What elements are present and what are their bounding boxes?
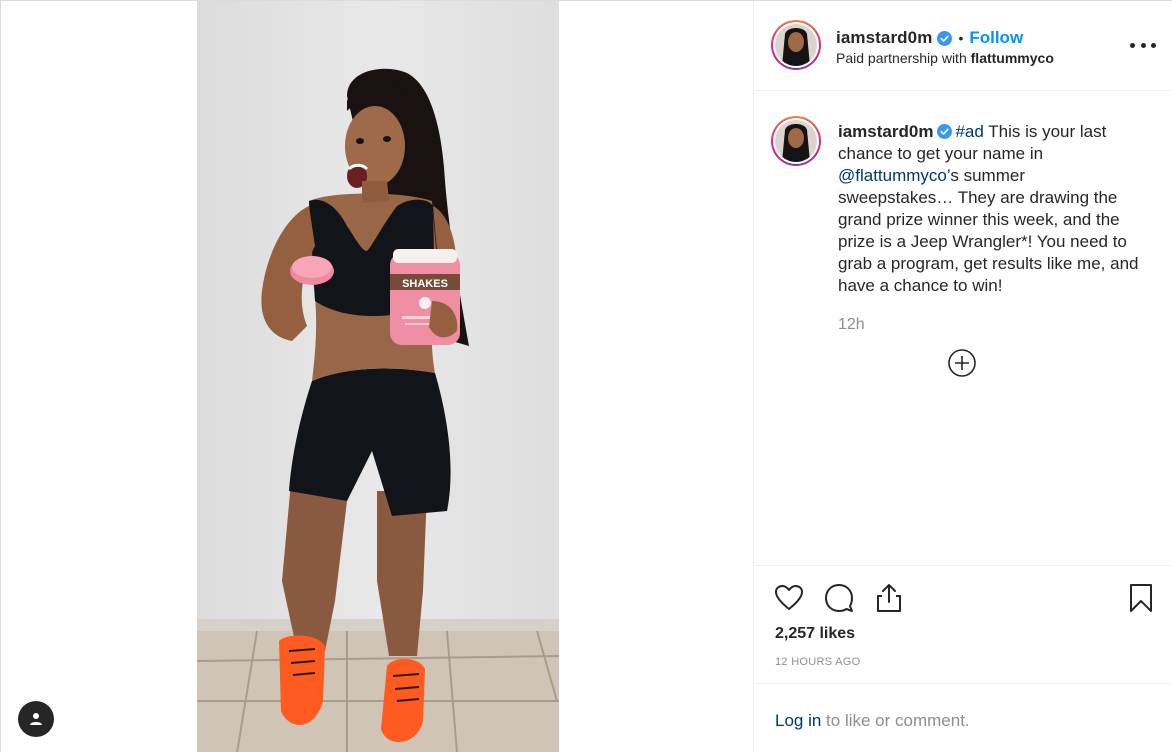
bookmark-icon[interactable]: [1125, 582, 1157, 614]
caption-avatar[interactable]: [771, 116, 821, 166]
share-icon[interactable]: [873, 582, 905, 614]
username-link[interactable]: iamstard0m: [836, 28, 932, 48]
user-tag-icon[interactable]: [18, 701, 54, 737]
caption-username[interactable]: iamstard0m: [838, 122, 933, 141]
partner-link[interactable]: flattummyco: [971, 50, 1054, 66]
login-prompt-text: to like or comment.: [821, 711, 970, 730]
comment-bubble-icon[interactable]: [823, 582, 855, 614]
partnership-prefix: Paid partnership with: [836, 50, 971, 66]
follow-button[interactable]: Follow: [969, 28, 1023, 48]
comments-section: iamstard0m #ad This is your last chance t…: [754, 92, 1172, 565]
hashtag-link[interactable]: #ad: [955, 122, 983, 141]
post-actions: 2,257 likes 12 HOURS AGO: [754, 565, 1172, 683]
login-prompt: Log in to like or comment.: [754, 683, 1172, 752]
post-caption: iamstard0m #ad This is your last chance t…: [838, 121, 1143, 297]
heart-icon[interactable]: [773, 582, 805, 614]
post-side-panel: iamstard0m • Follow Paid partnership wit…: [753, 1, 1172, 752]
post-media[interactable]: SHAKES: [1, 1, 753, 752]
avatar[interactable]: [771, 20, 821, 70]
verified-badge-icon: [937, 30, 953, 46]
more-options-icon[interactable]: [1130, 35, 1156, 55]
paid-partnership-label: Paid partnership with flattummyco: [836, 50, 1054, 66]
post-photo[interactable]: SHAKES: [197, 1, 559, 752]
login-link[interactable]: Log in: [775, 711, 821, 730]
posted-time[interactable]: 12 HOURS AGO: [775, 656, 861, 668]
post-modal: SHAKES iamstard0m • Follow Paid partners…: [0, 0, 1172, 752]
product-label: SHAKES: [402, 278, 448, 290]
post-header: iamstard0m • Follow Paid partnership wit…: [754, 1, 1172, 91]
caption-timestamp[interactable]: 12h: [838, 316, 865, 334]
separator-dot: •: [958, 30, 964, 46]
caption-text-2: ’s summer sweepstakes… They are drawing …: [838, 166, 1139, 295]
verified-badge-icon: [937, 124, 953, 139]
plus-circle-icon[interactable]: [947, 348, 977, 378]
mention-link[interactable]: @flattummyco: [838, 166, 947, 185]
likes-count[interactable]: 2,257 likes: [775, 625, 855, 643]
